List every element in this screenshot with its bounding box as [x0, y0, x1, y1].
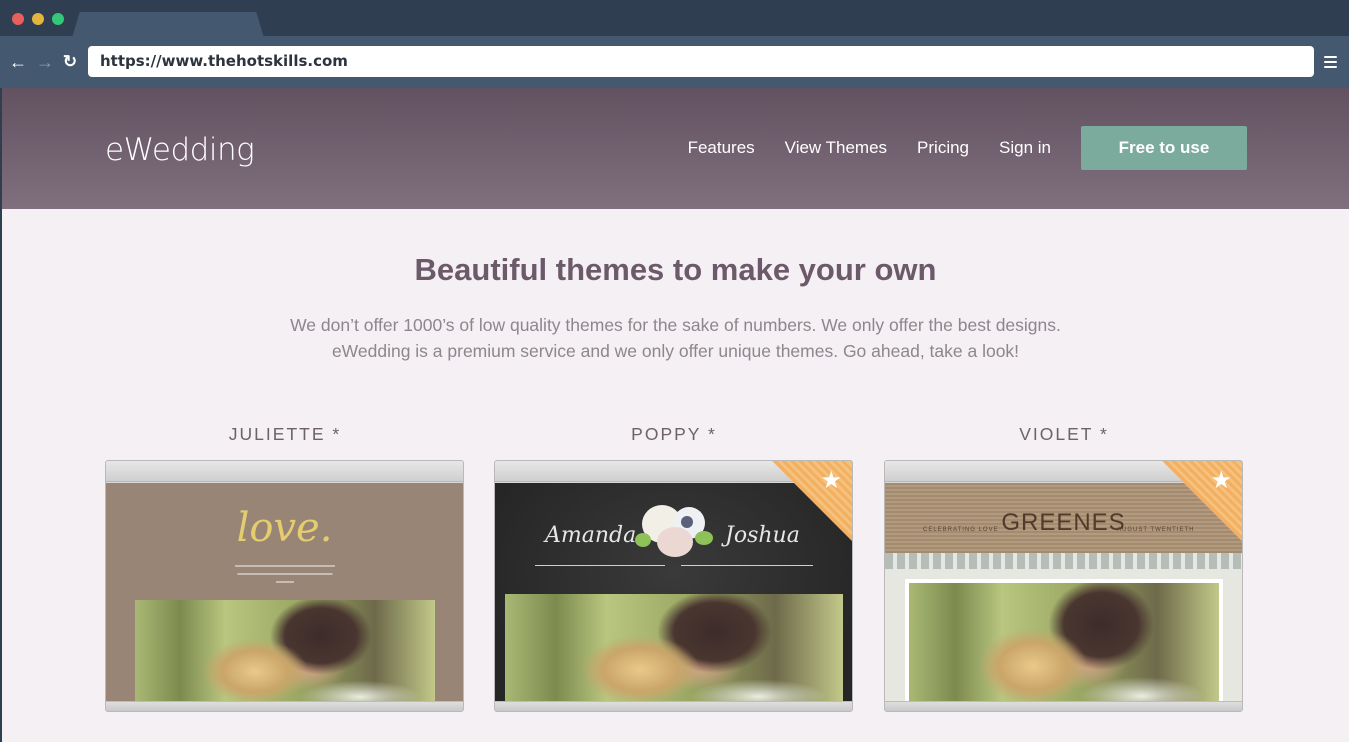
back-arrow-icon[interactable]: ←	[8, 52, 28, 72]
theme-preview-card[interactable]: love.	[105, 460, 464, 712]
theme-poppy: POPPY * Amanda Joshua ★	[494, 424, 854, 712]
subtitle-line-1: We don’t offer 1000’s of low quality the…	[290, 315, 1061, 335]
preview-text-line	[275, 581, 294, 583]
couple-photo	[505, 594, 843, 702]
theme-name[interactable]: POPPY *	[494, 424, 854, 445]
reload-icon[interactable]: ↻	[60, 52, 80, 72]
theme-preview-card[interactable]: Amanda Joshua ★	[494, 460, 853, 712]
nav-features[interactable]: Features	[688, 138, 755, 158]
preview-right-caption: AUGUST TWENTIETH	[1117, 527, 1195, 533]
divider-line	[535, 565, 665, 566]
preview-left-caption: CELEBRATING LOVE	[923, 527, 999, 533]
address-bar[interactable]: https://www.thehotskills.com	[88, 46, 1314, 77]
title-bar	[0, 0, 1349, 38]
preview-name-left: Amanda	[545, 523, 637, 548]
page-viewport: eWedding Features View Themes Pricing Si…	[2, 88, 1349, 742]
flower-decoration	[635, 533, 651, 547]
flower-decoration	[681, 516, 693, 528]
free-to-use-button[interactable]: Free to use	[1081, 126, 1247, 170]
close-window-button[interactable]	[12, 13, 24, 25]
preview-name-right: Joshua	[725, 523, 800, 548]
star-icon: ★	[1210, 467, 1232, 494]
nav-pricing[interactable]: Pricing	[917, 138, 969, 158]
theme-preview-image: love.	[106, 483, 463, 702]
couple-photo	[135, 600, 435, 702]
preview-text-line	[237, 573, 332, 575]
maximize-window-button[interactable]	[52, 13, 64, 25]
browser-toolbar: ← → ↻ https://www.thehotskills.com	[0, 36, 1349, 88]
card-top-bar	[106, 461, 463, 482]
site-logo[interactable]: eWedding	[105, 132, 255, 168]
subtitle-line-2: eWedding is a premium service and we onl…	[331, 341, 1020, 361]
site-header: eWedding Features View Themes Pricing Si…	[2, 88, 1349, 209]
preview-text-line	[234, 565, 335, 567]
browser-window: ← → ↻ https://www.thehotskills.com eWedd…	[0, 0, 1349, 742]
theme-preview-image: GREENES CELEBRATING LOVE AUGUST TWENTIET…	[885, 483, 1242, 702]
card-bottom-bar	[495, 701, 852, 711]
theme-name[interactable]: JULIETTE *	[105, 424, 465, 445]
preview-love-text: love.	[236, 505, 333, 551]
forward-arrow-icon[interactable]: →	[35, 52, 55, 72]
theme-preview-image: Amanda Joshua	[495, 483, 852, 702]
lace-border	[885, 553, 1242, 569]
theme-preview-card[interactable]: GREENES CELEBRATING LOVE AUGUST TWENTIET…	[884, 460, 1243, 712]
card-bottom-bar	[885, 701, 1242, 711]
theme-violet: VIOLET * GREENES CELEBRATING LOVE AUGUST…	[884, 424, 1244, 712]
divider-line	[681, 565, 813, 566]
card-bottom-bar	[106, 701, 463, 711]
flower-decoration	[695, 531, 713, 545]
couple-photo	[909, 583, 1219, 702]
minimize-window-button[interactable]	[32, 13, 44, 25]
flower-decoration	[657, 527, 693, 557]
nav-view-themes[interactable]: View Themes	[785, 138, 887, 158]
section-subtitle: We don’t offer 1000’s of low quality the…	[2, 312, 1349, 364]
theme-name[interactable]: VIOLET *	[884, 424, 1244, 445]
nav-sign-in[interactable]: Sign in	[999, 138, 1051, 158]
browser-tab[interactable]	[72, 12, 264, 38]
star-icon: ★	[820, 467, 842, 494]
section-title: Beautiful themes to make your own	[414, 252, 937, 287]
main-nav: Features View Themes Pricing Sign in Fre…	[688, 126, 1247, 170]
theme-juliette: JULIETTE * love.	[105, 424, 465, 712]
hamburger-menu-icon[interactable]	[1324, 56, 1337, 68]
